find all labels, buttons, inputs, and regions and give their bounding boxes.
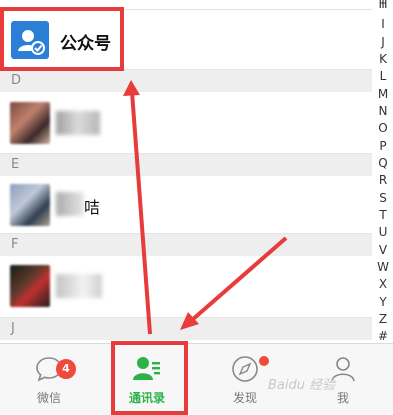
index-letter[interactable]: Q bbox=[373, 155, 393, 172]
contact-name bbox=[56, 111, 100, 135]
index-letter[interactable]: H bbox=[373, 0, 393, 13]
new-dot-indicator bbox=[259, 356, 269, 366]
avatar bbox=[10, 102, 50, 144]
section-header-d: D bbox=[0, 70, 372, 92]
index-letter[interactable]: W bbox=[373, 259, 393, 276]
alphabet-index-bar[interactable]: I H I J K L M N O P Q R S T U V W X Y Z … bbox=[373, 0, 393, 343]
index-letter[interactable]: R bbox=[373, 172, 393, 189]
index-letter[interactable]: U bbox=[373, 224, 393, 241]
contact-name bbox=[56, 192, 84, 216]
index-letter[interactable]: I bbox=[373, 16, 393, 33]
avatar bbox=[10, 265, 50, 307]
section-header-e: E bbox=[0, 154, 372, 176]
unread-badge: 4 bbox=[56, 359, 76, 379]
section-header-f: F bbox=[0, 234, 372, 256]
list-item[interactable]: 咭 bbox=[0, 176, 372, 234]
index-letter[interactable]: Z bbox=[373, 311, 393, 328]
highlight-official-accounts bbox=[0, 7, 124, 71]
index-letter[interactable]: S bbox=[373, 190, 393, 207]
index-letter[interactable]: O bbox=[373, 120, 393, 137]
bottom-tab-bar: 4 微信 通讯录 发现 我 Baidu 经验 bbox=[0, 343, 393, 415]
index-letter[interactable]: Y bbox=[373, 294, 393, 311]
index-letter[interactable]: T bbox=[373, 207, 393, 224]
compass-icon bbox=[230, 354, 260, 384]
index-letter[interactable]: N bbox=[373, 103, 393, 120]
contact-name-char: 咭 bbox=[84, 198, 101, 217]
highlight-contacts-tab bbox=[111, 341, 188, 415]
avatar bbox=[10, 184, 50, 226]
list-item[interactable] bbox=[0, 256, 372, 318]
index-letter[interactable]: X bbox=[373, 276, 393, 293]
index-letter[interactable]: K bbox=[373, 51, 393, 68]
index-letter[interactable]: P bbox=[373, 138, 393, 155]
tab-label: 微信 bbox=[36, 391, 61, 405]
index-letter[interactable]: M bbox=[373, 86, 393, 103]
tab-chats[interactable]: 4 微信 bbox=[0, 344, 98, 415]
watermark: Baidu 经验 bbox=[268, 378, 336, 393]
contact-name bbox=[56, 274, 102, 298]
section-header-j: J bbox=[0, 318, 372, 340]
index-letter[interactable]: J bbox=[373, 34, 393, 51]
index-letter[interactable]: L bbox=[373, 68, 393, 85]
list-item[interactable] bbox=[0, 92, 372, 154]
index-letter[interactable]: V bbox=[373, 242, 393, 259]
